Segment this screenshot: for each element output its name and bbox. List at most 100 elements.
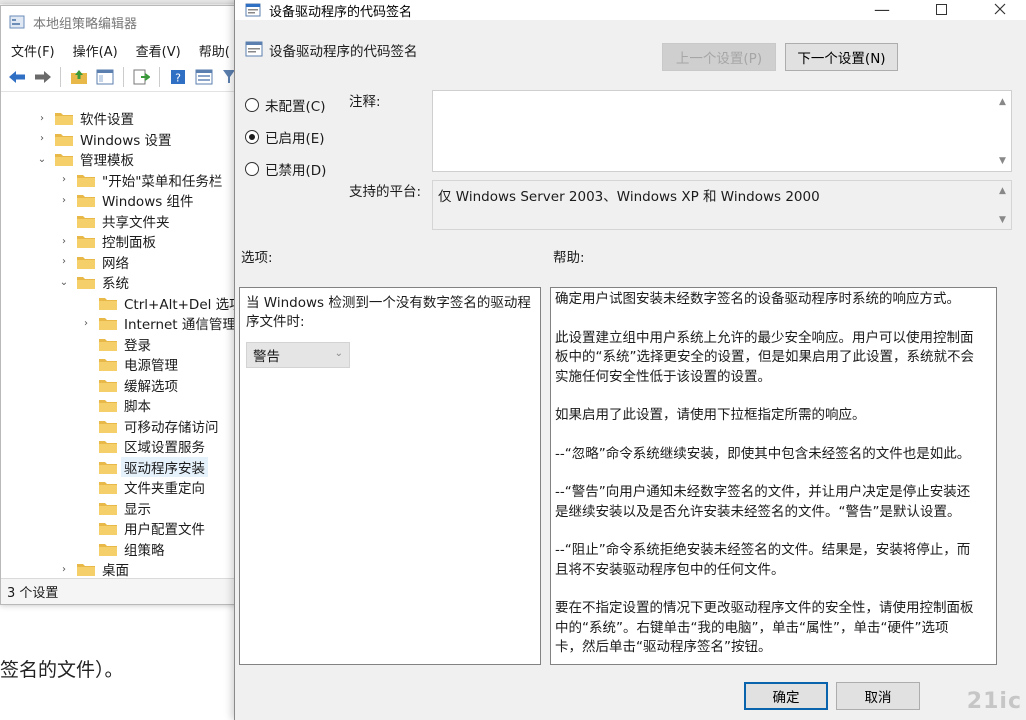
platform-scroll-up-icon[interactable]: ▲ [994, 182, 1011, 199]
radio-not-configured[interactable]: 未配置(C) [245, 95, 325, 115]
expand-arrow-icon[interactable]: › [57, 195, 71, 206]
folder-icon [99, 318, 117, 330]
toolbar-separator-3 [159, 66, 161, 87]
tree-item[interactable]: › 网络 [57, 252, 129, 272]
forward-button[interactable] [33, 66, 53, 88]
comment-scrollbar[interactable]: ▲ ▼ [994, 91, 1011, 171]
tree-item-label: 用户配置文件 [124, 522, 205, 538]
maximize-button[interactable] [918, 0, 964, 22]
platform-box: 仅 Windows Server 2003、Windows XP 和 Windo… [432, 180, 1012, 230]
svg-text:?: ? [175, 71, 181, 84]
options-panel: 当 Windows 检测到一个没有数字签名的驱动程序文件时: 警告 ⌄ [239, 287, 541, 665]
scroll-up-icon[interactable]: ▲ [994, 93, 1011, 110]
folder-icon [99, 523, 117, 535]
radio-not-configured-circle[interactable] [245, 98, 259, 112]
tree-item[interactable]: › "开始"菜单和任务栏 [57, 170, 222, 190]
previous-setting-button[interactable]: 上一个设置(P) [662, 43, 776, 71]
expand-arrow-icon[interactable]: › [57, 564, 71, 575]
up-folder-button[interactable] [69, 66, 89, 88]
comment-textbox[interactable]: ▲ ▼ [432, 90, 1012, 172]
background-doc-text: 签名的文件）。 [0, 659, 124, 681]
tree-item[interactable]: › Internet 通信管理 [79, 313, 236, 333]
tree-item[interactable]: ⌄ 系统 [57, 272, 129, 292]
tree-item[interactable]: 驱动程序安装 [79, 456, 208, 477]
tree-item-label: Windows 组件 [102, 194, 194, 210]
minimize-button[interactable]: — [859, 0, 905, 22]
cancel-button[interactable]: 取消 [836, 682, 920, 710]
menu-view[interactable]: 查看(V) [136, 41, 181, 60]
next-setting-button[interactable]: 下一个设置(N) [785, 43, 898, 71]
tree-item-label: 软件设置 [80, 112, 134, 128]
expand-arrow-icon[interactable]: › [79, 318, 93, 329]
tree-item-label: 文件夹重定向 [124, 481, 205, 497]
expand-arrow-icon[interactable]: › [57, 174, 71, 185]
tree-item[interactable]: 共享文件夹 [57, 211, 170, 231]
expand-arrow-icon[interactable]: › [57, 256, 71, 267]
tree-item-label: 网络 [102, 255, 129, 272]
tree-item[interactable]: › 桌面 [57, 559, 129, 578]
tree-item-label: 脚本 [124, 399, 151, 415]
tree-item-label: Internet 通信管理 [124, 317, 236, 333]
collapse-arrow-icon[interactable]: ⌄ [35, 154, 49, 165]
tree-item[interactable]: › Windows 设置 [35, 129, 172, 149]
gpedit-toolbar: ? [1, 62, 239, 92]
folder-icon [99, 543, 117, 556]
show-hide-tree-button[interactable] [95, 66, 115, 88]
menu-file[interactable]: 文件(F) [11, 41, 55, 60]
radio-disabled-circle[interactable] [245, 162, 259, 176]
radio-enabled-label: 已启用(E) [265, 131, 325, 147]
tree-item-label: 缓解选项 [124, 378, 178, 395]
tree-item[interactable]: 组策略 [79, 539, 165, 559]
tree-item[interactable]: 缓解选项 [79, 375, 178, 395]
close-button[interactable] [977, 0, 1023, 22]
scroll-down-icon[interactable]: ▼ [994, 152, 1011, 169]
folder-icon [77, 236, 95, 248]
tree-item[interactable]: ⌄ 管理模板 [35, 149, 134, 169]
forward-arrow-icon [34, 70, 51, 83]
help-paragraph: 此设置建立组中用户系统上允许的最少安全响应。用户可以使用控制面板中的“系统”选择… [555, 329, 974, 385]
tree-item[interactable]: › Windows 组件 [57, 190, 194, 210]
tree-item[interactable]: › 软件设置 [35, 108, 134, 128]
tree-item[interactable]: 可移动存储访问 [79, 416, 219, 436]
radio-disabled[interactable]: 已禁用(D) [245, 159, 326, 179]
expand-arrow-icon[interactable]: › [57, 236, 71, 247]
tree-view-icon [96, 69, 114, 84]
tree-item[interactable]: 文件夹重定向 [79, 477, 205, 497]
expand-arrow-icon[interactable]: › [35, 113, 49, 124]
tree-item[interactable]: 电源管理 [79, 354, 178, 374]
menu-help[interactable]: 帮助( [199, 41, 230, 60]
radio-enabled[interactable]: 已启用(E) [245, 127, 325, 147]
help-button[interactable]: ? [168, 66, 188, 88]
help-paragraph: --“阻止”命令系统拒绝安装未经签名的文件。结果是，安装将停止，而且将不安装驱动… [555, 542, 971, 578]
tree-item[interactable]: › 控制面板 [57, 231, 156, 251]
tree-item[interactable]: 显示 [79, 498, 151, 518]
gpedit-menubar: 文件(F) 操作(A) 查看(V) 帮助( [1, 38, 239, 62]
gpedit-app-icon [9, 15, 25, 29]
ok-button[interactable]: 确定 [744, 682, 828, 710]
tree-item[interactable]: 用户配置文件 [79, 518, 205, 538]
back-button[interactable] [7, 66, 27, 88]
tree-item[interactable]: 登录 [79, 334, 151, 354]
dialog-title: 设备驱动程序的代码签名 [269, 4, 413, 20]
policy-dialog: 设备驱动程序的代码签名 — 设备驱动程序的代码签名 上一个设置(P) 下一个设置… [234, 0, 1026, 720]
platform-scrollbar[interactable]: ▲ ▼ [994, 181, 1011, 229]
radio-enabled-circle[interactable] [245, 130, 259, 144]
properties-icon [195, 69, 213, 84]
export-list-button[interactable] [131, 66, 151, 88]
folder-icon [99, 482, 117, 494]
tree-item-label: Ctrl+Alt+Del 选项 [124, 296, 239, 313]
platform-scroll-down-icon[interactable]: ▼ [994, 211, 1011, 228]
tree-item-label: 可移动存储访问 [124, 419, 219, 436]
collapse-arrow-icon[interactable]: ⌄ [57, 277, 71, 288]
tree-item-label: 控制面板 [102, 235, 156, 251]
help-panel: 确定用户试图安装未经数字签名的设备驱动程序时系统的响应方式。 此设置建立组中用户系… [550, 287, 997, 665]
expand-arrow-icon[interactable]: › [35, 133, 49, 144]
menu-action[interactable]: 操作(A) [73, 41, 118, 60]
tree-item[interactable]: 脚本 [79, 395, 151, 415]
tree-item[interactable]: 区域设置服务 [79, 436, 205, 456]
properties-button[interactable] [194, 66, 214, 88]
response-dropdown[interactable]: 警告 ⌄ [246, 342, 350, 368]
tree-item[interactable]: Ctrl+Alt+Del 选项 [79, 293, 239, 313]
up-folder-icon [71, 69, 88, 84]
help-paragraph: 如果启用了此设置，请使用下拉框指定所需的响应。 [555, 407, 866, 423]
